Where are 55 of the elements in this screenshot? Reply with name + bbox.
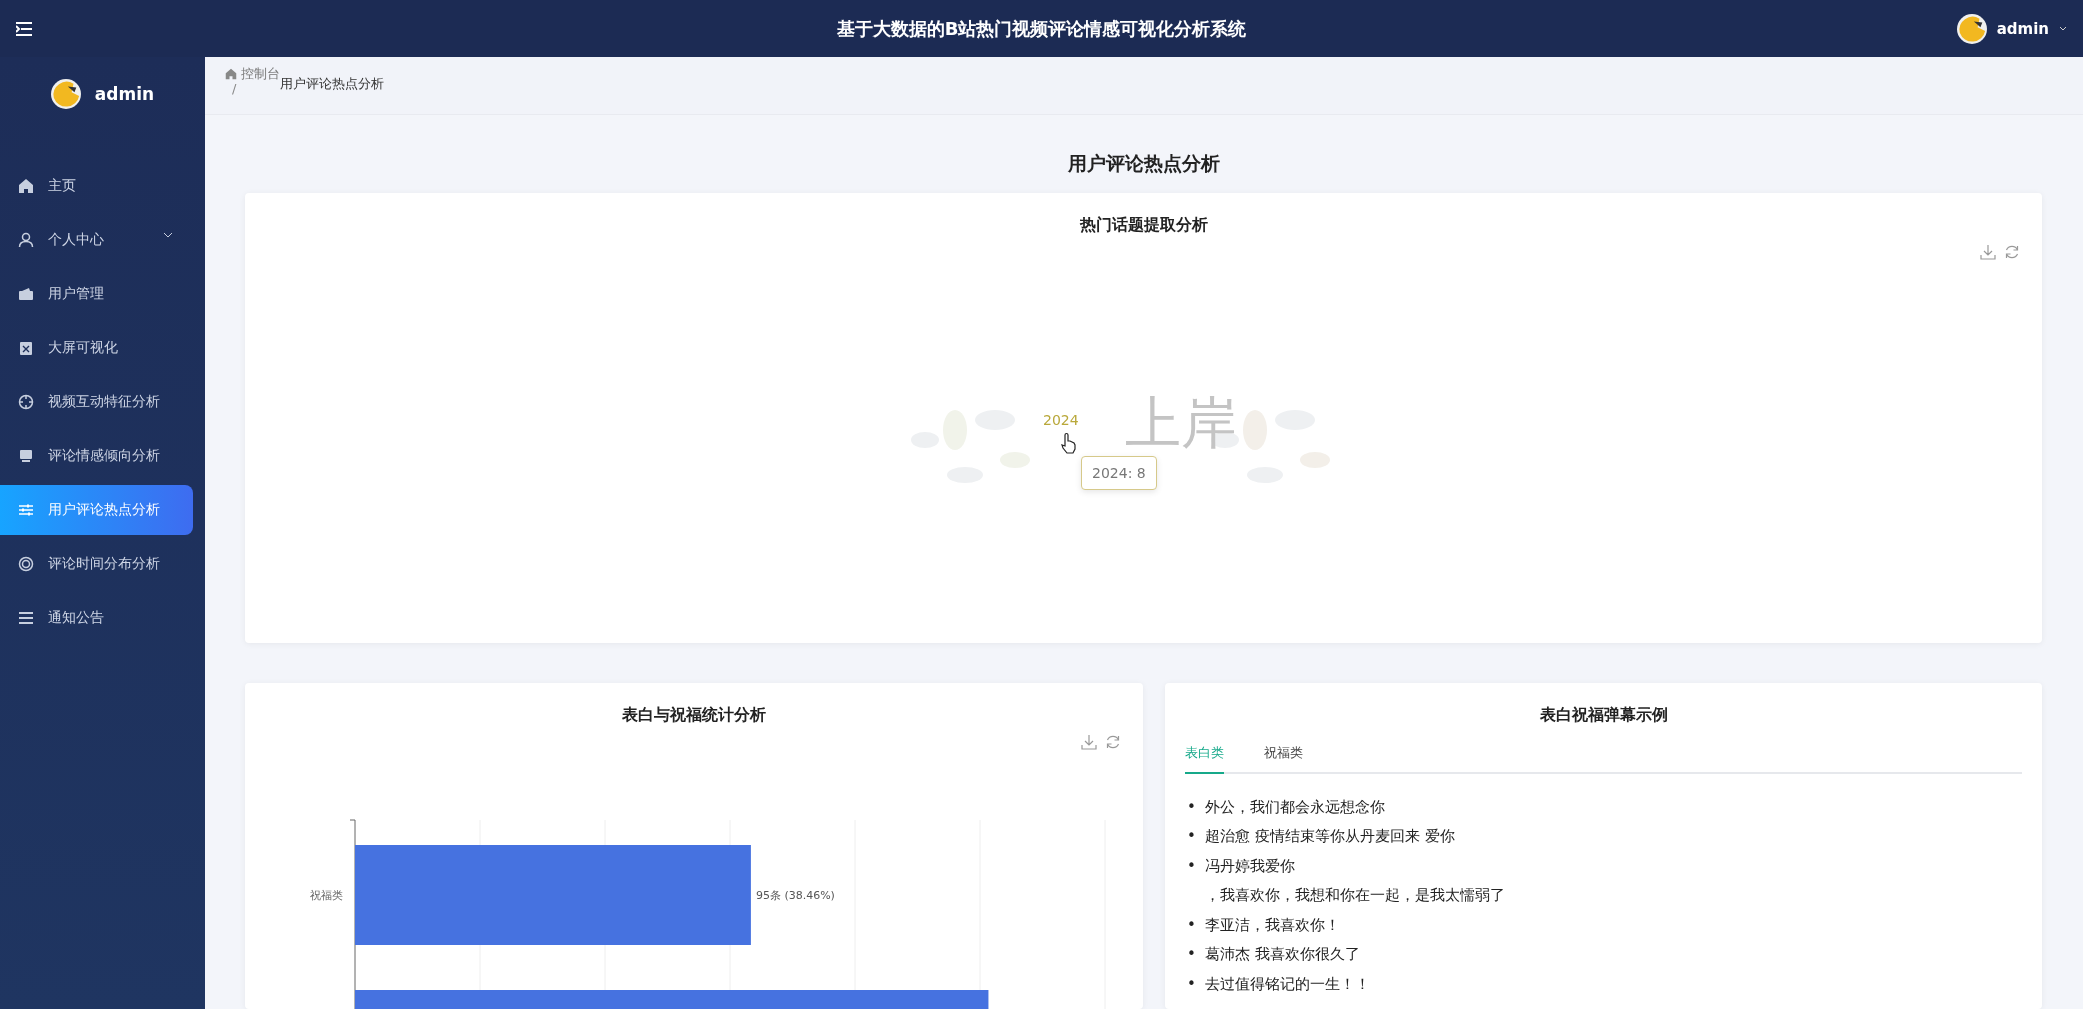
caret-icon[interactable] [2059,25,2067,32]
danmaku-item: 李亚洁，我喜欢你！ [1205,914,1340,935]
sliders-icon [18,502,34,518]
page-title: 用户评论热点分析 [1067,151,1221,176]
list-icon [18,610,34,626]
danmaku-item: 去过值得铭记的一生！！ [1205,973,1370,994]
danmaku-item: ，我喜欢你，我想和你在一起，是我太懦弱了 [1205,885,1505,906]
ring-icon [18,556,34,572]
danmaku-item: 葛沛杰 我喜欢你很久了 [1205,944,1360,965]
card-title: 表白与祝福统计分析 [621,704,767,726]
refresh-icon[interactable] [1105,734,1121,750]
sidebar-item[interactable]: 主页 [0,161,193,211]
clipboard-icon [18,340,34,356]
bullet: • [1187,944,1193,965]
hand-cursor-icon [1060,432,1078,454]
app-title: 基于大数据的B站热门视频评论情感可视化分析系统 [836,16,1247,41]
danmaku-item: 外公，我们都会永远想念你 [1205,796,1385,817]
bullet: • [1187,914,1193,935]
card-title: 表白祝福弹幕示例 [1538,704,1669,726]
sidebar-item[interactable]: 通知公告 [0,593,193,643]
bullet: • [1187,796,1193,817]
danmaku-item: 超治愈 疫情结束等你从丹麦回来 爱你 [1205,826,1455,847]
crosshair-icon [18,394,34,410]
tooltip: 2024: 8 [1081,456,1157,490]
sidebar-item[interactable]: 大屏可视化 [0,323,193,373]
sidebar-item[interactable]: 评论情感倾向分析 [0,431,193,481]
tab[interactable]: 祝福类 [1264,744,1303,774]
monitor-icon [18,448,34,464]
user-menu[interactable]: admin [1996,19,2049,38]
sidebar-item[interactable]: 用户评论热点分析 [0,485,193,535]
breadcrumb-current: 用户评论热点分析 [280,75,385,93]
avatar-icon [1956,13,1987,44]
sidebar-item[interactable]: 用户管理 [0,269,193,319]
breadcrumb-link[interactable]: 控制台 [241,65,280,83]
refresh-icon[interactable] [2004,244,2020,260]
card-title: 热门话题提取分析 [1078,214,1209,236]
bullet: • [1187,855,1193,876]
wallet-icon [18,286,34,302]
home-icon [18,178,34,194]
value-label: 95条 (38.46%) [755,889,835,902]
download-icon[interactable] [1980,244,1996,260]
home-icon [225,68,237,80]
avatar-icon [50,79,81,109]
breadcrumb-separator: / [232,81,237,96]
user-icon [18,232,34,248]
danmaku-item: 冯丹婷我爱你 [1205,855,1295,876]
sidebar-item[interactable]: 视频互动特征分析 [0,377,193,427]
sidebar-item[interactable]: 个人中心 [0,215,193,265]
menu-icon[interactable] [16,21,32,36]
axis-label: 祝福类 [310,889,343,902]
bullet: • [1187,826,1193,847]
sidebar-username: admin [94,84,155,104]
bullet: • [1187,973,1193,994]
download-icon[interactable] [1081,734,1097,750]
sidebar-item[interactable]: 评论时间分布分析 [0,539,193,589]
